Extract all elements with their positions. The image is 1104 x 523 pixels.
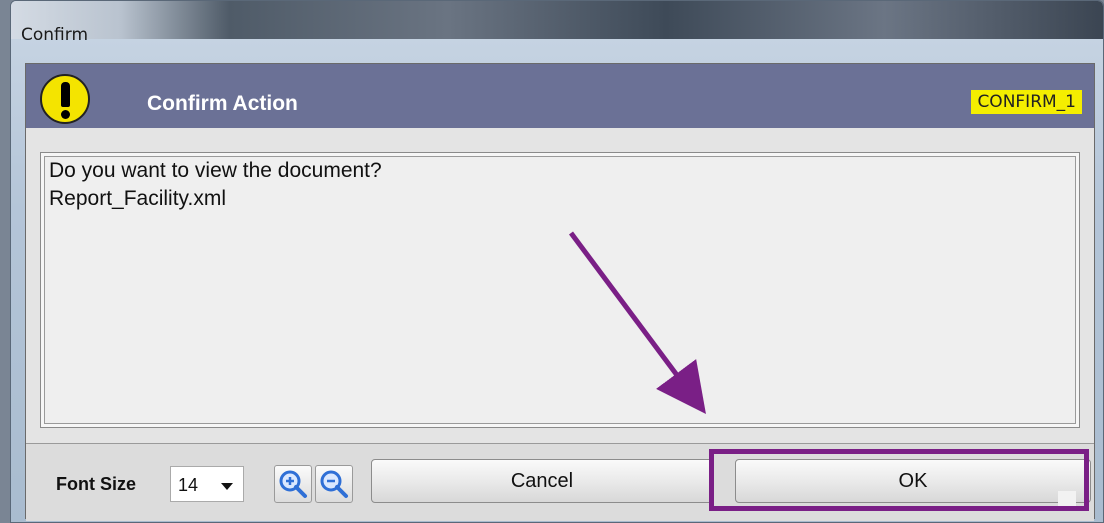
zoom-out-button[interactable]	[315, 465, 353, 503]
dialog-header: Confirm Action CONFIRM_1	[26, 64, 1094, 128]
font-size-select[interactable]: 14	[170, 466, 244, 502]
zoom-out-icon	[320, 470, 348, 498]
ok-button[interactable]: OK	[735, 459, 1091, 503]
message-area: Do you want to view the document? Report…	[40, 152, 1080, 428]
message-line: Report_Facility.xml	[49, 187, 226, 210]
resize-grip[interactable]	[1058, 491, 1076, 509]
warning-icon	[40, 74, 90, 124]
title-bar[interactable]: Confirm	[11, 1, 1103, 45]
dialog-content: Confirm Action CONFIRM_1 Do you want to …	[25, 63, 1095, 521]
dialog-title: Confirm Action	[147, 92, 298, 115]
dialog-code-badge: CONFIRM_1	[971, 90, 1082, 114]
zoom-in-button[interactable]	[274, 465, 312, 503]
window-title: Confirm	[21, 25, 89, 45]
dialog-footer: Font Size 14 Cancel OK	[26, 443, 1094, 521]
message-line: Do you want to view the document?	[49, 159, 382, 182]
zoom-in-icon	[279, 470, 307, 498]
chevron-down-icon	[221, 483, 233, 490]
confirm-dialog-window: Confirm Confirm Action CONFIRM_1 Do you …	[10, 0, 1104, 523]
cancel-button[interactable]: Cancel	[371, 459, 713, 503]
font-size-value: 14	[178, 475, 199, 495]
font-size-label: Font Size	[56, 474, 136, 494]
